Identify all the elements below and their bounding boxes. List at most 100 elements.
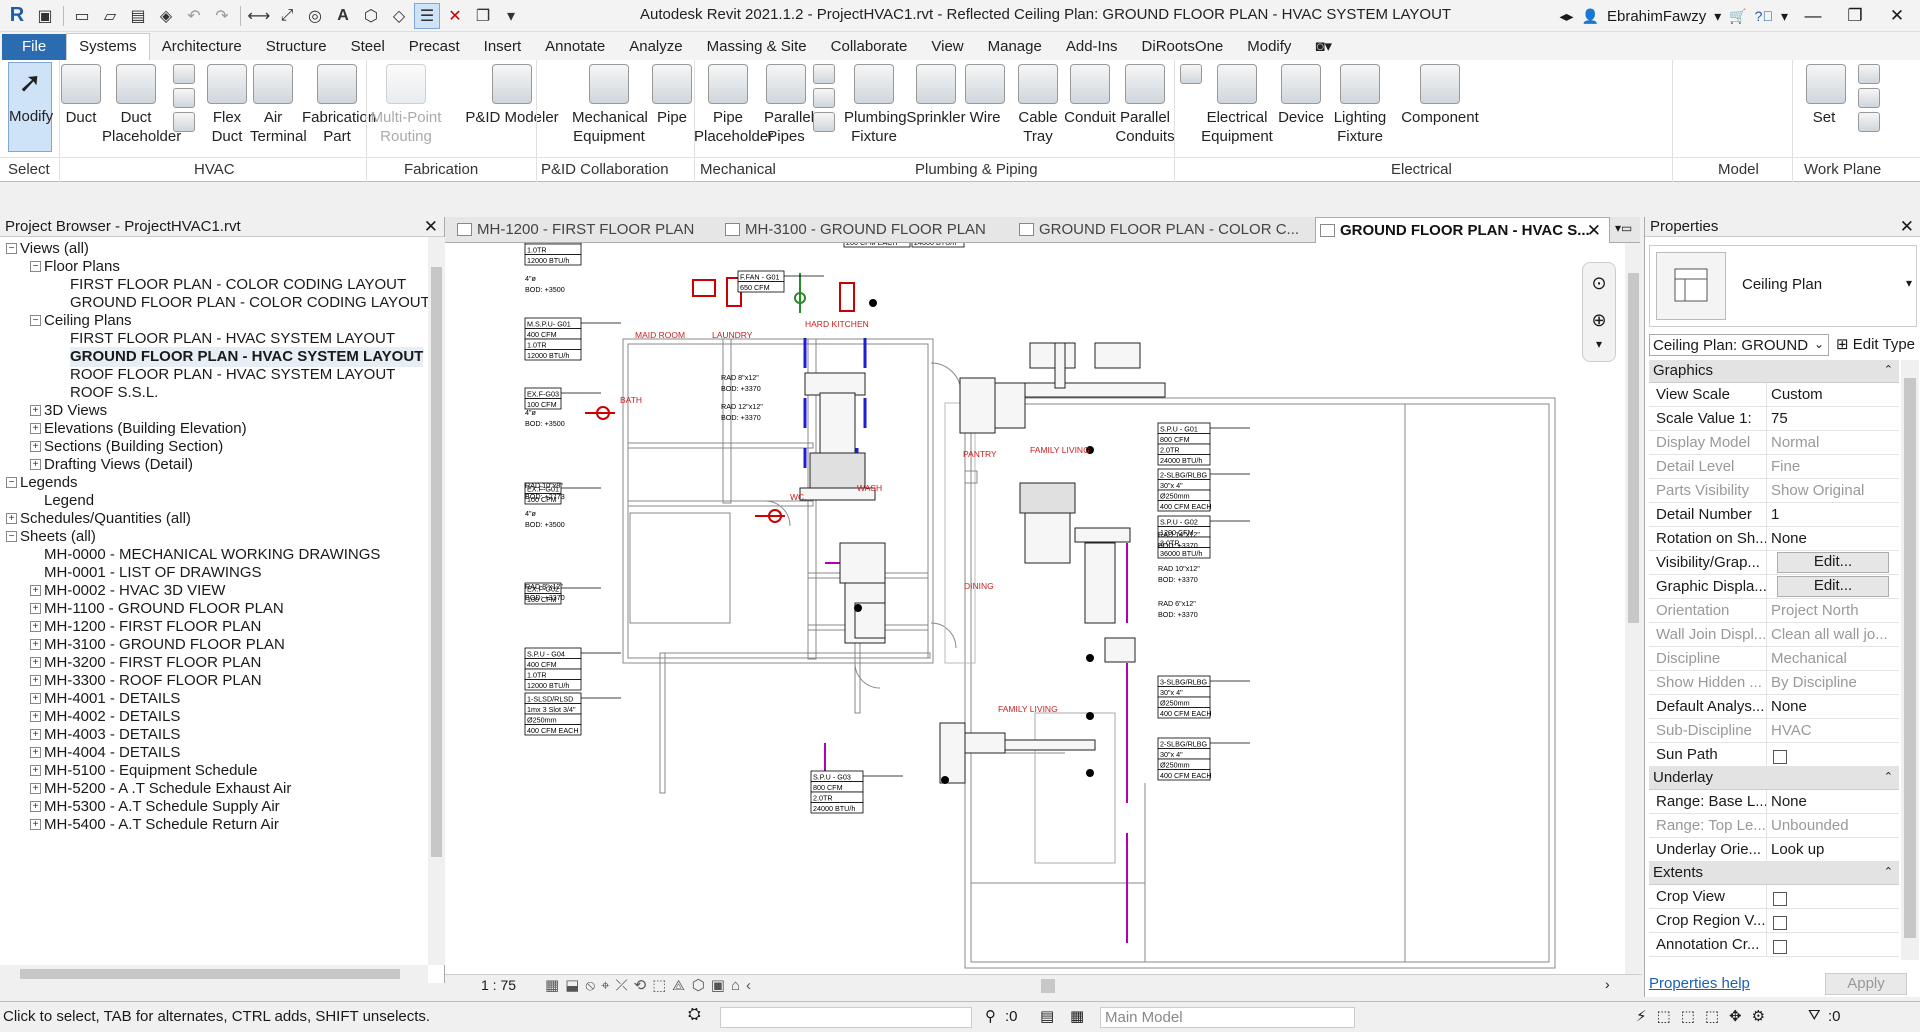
property-value[interactable]: 1: [1767, 503, 1899, 526]
customize-qat-icon[interactable]: ▾: [498, 3, 524, 29]
mechanical-equipment-button[interactable]: Mechanical Equipment: [572, 64, 648, 146]
restore-window-icon[interactable]: ❐: [1838, 6, 1872, 26]
browser-item[interactable]: MH-5400 - A.T Schedule Return Air: [44, 815, 279, 835]
view-scale[interactable]: 1 : 75: [481, 977, 516, 993]
ribbon-tab-manage[interactable]: Manage: [976, 34, 1054, 60]
parallel-conduits-button[interactable]: Parallel Conduits: [1114, 64, 1176, 146]
expand-icon[interactable]: +: [30, 711, 41, 722]
ribbon-tab-precast[interactable]: Precast: [397, 34, 472, 60]
ribbon-tab-file[interactable]: File: [2, 34, 67, 60]
expand-icon[interactable]: +: [30, 639, 41, 650]
pipe-accessory-icon[interactable]: [813, 88, 835, 108]
wire-button[interactable]: Wire: [962, 64, 1008, 127]
collapse-section-icon[interactable]: ⌃: [1884, 363, 1893, 376]
tab-mh-1200[interactable]: MH-1200 - FIRST FLOOR PLAN: [453, 217, 694, 243]
selection-toggle-icons[interactable]: ⚡⬚⬚⬚✥⚙: [1636, 1007, 1775, 1025]
browser-item[interactable]: MH-4001 - DETAILS: [44, 689, 180, 709]
expand-icon[interactable]: +: [30, 765, 41, 776]
browser-item[interactable]: Legend: [44, 491, 94, 511]
drawing-canvas[interactable]: M.S.P.U- G02400 CFM1.0TR12000 BTU/h M.S.P…: [445, 243, 1625, 974]
collapse-section-icon[interactable]: ⌃: [1884, 865, 1893, 878]
lighting-fixture-button[interactable]: Lighting Fixture: [1330, 64, 1390, 146]
tab-ground-floor-color[interactable]: GROUND FLOOR PLAN - COLOR C...: [1015, 217, 1299, 243]
browser-item[interactable]: Ceiling Plans: [44, 311, 132, 331]
align-dimension-icon[interactable]: ⤢: [274, 3, 300, 29]
expand-icon[interactable]: +: [30, 783, 41, 794]
expand-icon[interactable]: +: [30, 603, 41, 614]
ribbon-tab-massing-site[interactable]: Massing & Site: [695, 34, 819, 60]
expand-icon[interactable]: +: [30, 675, 41, 686]
property-value[interactable]: None: [1767, 527, 1899, 550]
user-name[interactable]: EbrahimFawzy: [1607, 8, 1706, 25]
editable-only-icon[interactable]: ⚲: [985, 1007, 996, 1025]
canvas-horizontal-scrollbar-thumb[interactable]: [1041, 979, 1055, 993]
cable-tray-fitting-icon[interactable]: [1180, 64, 1202, 84]
air-terminal-button[interactable]: Air Terminal: [250, 64, 307, 146]
project-browser-horizontal-scrollbar[interactable]: [0, 965, 428, 983]
browser-item[interactable]: MH-5300 - A.T Schedule Supply Air: [44, 797, 280, 817]
equipment-tag[interactable]: M.S.P.U- G02400 CFM1.0TR12000 BTU/h: [524, 243, 621, 266]
property-value[interactable]: None: [1767, 790, 1899, 813]
properties-help-link[interactable]: Properties help: [1649, 975, 1750, 992]
browser-item[interactable]: ROOF S.S.L.: [70, 383, 158, 403]
project-browser-vertical-scrollbar[interactable]: [428, 237, 445, 965]
browser-item[interactable]: GROUND FLOOR PLAN - HVAC SYSTEM LAYOUT: [70, 347, 424, 367]
open-icon[interactable]: ▱: [97, 3, 123, 29]
ribbon-tab-annotate[interactable]: Annotate: [533, 34, 617, 60]
equipment-tag[interactable]: M.S.P.U- G01400 CFM 1.0TR12000 BTU/h: [524, 317, 621, 361]
collapse-icon[interactable]: −: [6, 531, 17, 542]
property-row[interactable]: Crop Region V...: [1649, 909, 1899, 933]
equipment-tag[interactable]: 1-SLSD/RLSD1mx 3 Slot 3/4" Ø250mm400 CFM …: [524, 692, 621, 736]
duct-placeholder-button[interactable]: Duct Placeholder: [102, 64, 181, 146]
browser-item[interactable]: Sections (Building Section): [44, 437, 223, 457]
contextual-tab-dropdown-icon[interactable]: ◙▾: [1303, 33, 1344, 60]
canvas-vertical-scrollbar[interactable]: [1625, 243, 1642, 974]
tag-icon[interactable]: ◎: [302, 3, 328, 29]
electrical-equipment-button[interactable]: Electrical Equipment: [1200, 64, 1274, 146]
scroll-right-icon[interactable]: ›: [1605, 976, 1610, 992]
flex-duct-button[interactable]: Flex Duct: [206, 64, 248, 146]
zoom-dropdown-icon[interactable]: ▾: [1583, 337, 1615, 351]
browser-item[interactable]: MH-1200 - FIRST FLOOR PLAN: [44, 617, 261, 637]
zoom-icon[interactable]: ⊕: [1583, 310, 1615, 331]
browser-item[interactable]: MH-4004 - DETAILS: [44, 743, 180, 763]
expand-icon[interactable]: +: [30, 729, 41, 740]
design-option-select[interactable]: Main Model: [1100, 1007, 1355, 1028]
undo-icon[interactable]: ↶: [181, 3, 207, 29]
ribbon-tab-modify[interactable]: Modify: [1235, 34, 1303, 60]
steering-wheel-icon[interactable]: ⊙: [1583, 273, 1615, 294]
expand-icon[interactable]: +: [30, 441, 41, 452]
collapse-icon[interactable]: −: [6, 243, 17, 254]
close-icon[interactable]: ✕: [1900, 217, 1914, 237]
ribbon-tab-dirootsone[interactable]: DiRootsOne: [1130, 34, 1236, 60]
hvac-floor-plan[interactable]: M.S.P.U- G02400 CFM1.0TR12000 BTU/h M.S.P…: [445, 243, 1625, 974]
edit-button[interactable]: Edit...: [1777, 576, 1889, 597]
property-row[interactable]: Range: Base L... None: [1649, 790, 1899, 814]
expand-icon[interactable]: +: [30, 819, 41, 830]
browser-item[interactable]: FIRST FLOOR PLAN - HVAC SYSTEM LAYOUT: [70, 329, 395, 349]
browser-item[interactable]: Sheets (all): [20, 527, 96, 547]
view-control-icons[interactable]: ▦⬓⦸⌖⤫⟲⬚⟁⬡▣⌂‹: [545, 976, 757, 994]
equipment-tag[interactable]: 2-SLBG/RLBG30"x 4" Ø250mm400 CFM EACH: [1157, 737, 1250, 781]
equipment-tag[interactable]: S.P.U - G05800 CFM2.0TR24000 BTU/h: [911, 243, 1004, 248]
properties-section-underlay[interactable]: Underlay ⌃: [1649, 767, 1899, 790]
browser-item[interactable]: MH-3200 - FIRST FLOOR PLAN: [44, 653, 261, 673]
browser-item[interactable]: 3D Views: [44, 401, 107, 421]
property-row[interactable]: Default Analys... None: [1649, 695, 1899, 719]
browser-item[interactable]: MH-3100 - GROUND FLOOR PLAN: [44, 635, 285, 655]
browser-item[interactable]: Floor Plans: [44, 257, 120, 277]
collapse-icon[interactable]: −: [6, 477, 17, 488]
expand-icon[interactable]: +: [30, 747, 41, 758]
close-tab-icon[interactable]: ✕: [1587, 218, 1601, 244]
pid-modeler-button[interactable]: P&ID Modeler: [462, 64, 562, 127]
thin-lines-icon[interactable]: ☰: [414, 2, 440, 29]
equipment-tag[interactable]: F.FAN - G01650 CFM: [737, 270, 824, 293]
property-value[interactable]: None: [1767, 695, 1899, 718]
property-row[interactable]: Sun Path: [1649, 743, 1899, 767]
multi-point-routing-button[interactable]: Multi-Point Routing: [370, 64, 442, 146]
instance-filter-select[interactable]: Ceiling Plan: GROUND ⌄: [1649, 334, 1829, 356]
minimize-window-icon[interactable]: —: [1796, 6, 1830, 26]
3d-view-icon[interactable]: ⬡: [358, 3, 384, 29]
property-row[interactable]: Detail Number 1: [1649, 503, 1899, 527]
collapse-icon[interactable]: −: [30, 261, 41, 272]
